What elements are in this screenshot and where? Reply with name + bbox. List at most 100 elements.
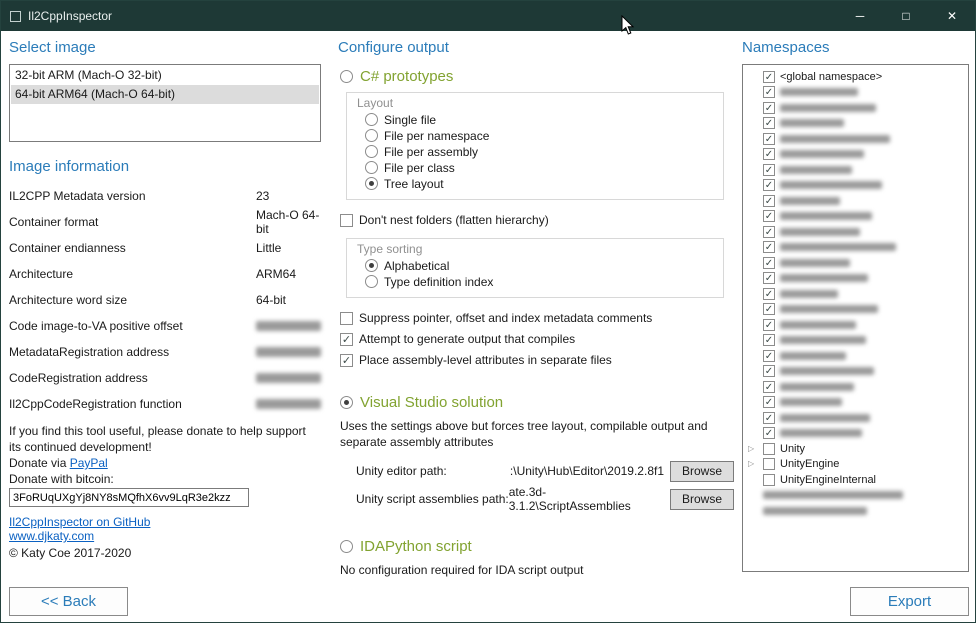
info-row: Architecture word size64-bit — [9, 287, 321, 313]
namespace-row[interactable]: ✓ — [745, 348, 966, 364]
namespace-row[interactable]: ✓ — [745, 240, 966, 256]
redacted-namespace — [763, 491, 903, 499]
image-list-item[interactable]: 32-bit ARM (Mach-O 32-bit) — [11, 66, 319, 85]
unity-editor-path-row: Unity editor path: :\Unity\Hub\Editor\20… — [356, 460, 734, 482]
namespace-row[interactable]: ✓ — [745, 131, 966, 147]
namespace-list[interactable]: ✓<global namespace>✓✓✓✓✓✓✓✓✓✓✓✓✓✓✓✓✓✓✓✓✓… — [742, 64, 969, 572]
title-bar[interactable]: Il2CppInspector ─ □ ✕ — [1, 1, 975, 31]
browse-editor-button[interactable]: Browse — [670, 461, 734, 482]
namespace-row[interactable]: ✓<global namespace> — [745, 69, 966, 85]
visual-studio-radio[interactable]: Visual Studio solution — [340, 392, 734, 412]
layout-option-radio[interactable]: File per assembly — [365, 144, 713, 159]
namespace-row[interactable]: ✓ — [745, 271, 966, 287]
layout-option-radio[interactable]: File per class — [365, 160, 713, 175]
type-sorting-option-radio-label: Type definition index — [384, 275, 493, 289]
namespace-row[interactable]: ✓ — [745, 317, 966, 333]
layout-groupbox: Layout Single fileFile per namespaceFile… — [346, 92, 724, 200]
output-option-checkbox[interactable]: Suppress pointer, offset and index metad… — [340, 310, 734, 326]
github-link[interactable]: Il2CppInspector on GitHub — [9, 515, 321, 529]
browse-assemblies-button[interactable]: Browse — [670, 489, 734, 510]
redacted-namespace — [780, 259, 850, 267]
unity-script-assemblies-value: ate.3d-3.1.2\ScriptAssemblies — [509, 485, 664, 513]
info-value: Little — [256, 241, 281, 255]
namespace-row[interactable]: ✓ — [745, 395, 966, 411]
expander-icon[interactable]: ▷ — [748, 444, 758, 454]
namespace-row[interactable]: ✓ — [745, 178, 966, 194]
namespace-row[interactable]: ✓ — [745, 209, 966, 225]
namespace-row[interactable]: UnityEngineInternal — [745, 472, 966, 488]
redacted-namespace — [780, 383, 854, 391]
checkbox-icon — [340, 214, 353, 227]
namespace-row[interactable]: ✓ — [745, 224, 966, 240]
checkbox-icon: ✓ — [763, 179, 775, 191]
checkbox-icon: ✓ — [763, 350, 775, 362]
maximize-button[interactable]: □ — [883, 1, 929, 31]
layout-option-radio[interactable]: File per namespace — [365, 128, 713, 143]
namespace-row[interactable]: ✓ — [745, 100, 966, 116]
image-list[interactable]: 32-bit ARM (Mach-O 32-bit)64-bit ARM64 (… — [9, 64, 321, 142]
redacted-namespace — [780, 135, 890, 143]
namespace-row[interactable]: ✓ — [745, 255, 966, 271]
namespace-row[interactable]: ✓ — [745, 116, 966, 132]
idapython-script-radio[interactable]: IDAPython script — [340, 536, 734, 556]
image-list-item[interactable]: 64-bit ARM64 (Mach-O 64-bit) — [11, 85, 319, 104]
export-button[interactable]: Export — [850, 587, 969, 616]
select-image-heading: Select image — [9, 39, 321, 56]
checkbox-icon: ✓ — [340, 354, 353, 367]
namespace-row[interactable]: ✓ — [745, 364, 966, 380]
window-title: Il2CppInspector — [28, 9, 112, 23]
output-option-checkbox[interactable]: ✓Place assembly-level attributes in sepa… — [340, 352, 734, 368]
checkbox-icon: ✓ — [763, 412, 775, 424]
namespace-row[interactable]: ✓ — [745, 85, 966, 101]
namespace-row[interactable]: ✓ — [745, 302, 966, 318]
image-info-table: IL2CPP Metadata version23Container forma… — [9, 183, 321, 417]
type-sorting-option-radio[interactable]: Type definition index — [365, 274, 713, 289]
checkbox-icon: ✓ — [340, 333, 353, 346]
redacted-namespace — [780, 398, 842, 406]
checkbox-icon: ✓ — [763, 164, 775, 176]
namespace-row[interactable]: ✓ — [745, 333, 966, 349]
expander-icon[interactable]: ▷ — [748, 459, 758, 469]
layout-option-radio-label: File per assembly — [384, 145, 478, 159]
checkbox-icon: ✓ — [763, 272, 775, 284]
namespace-row[interactable] — [745, 503, 966, 519]
layout-option-radio[interactable]: Tree layout — [365, 176, 713, 191]
bitcoin-address-input[interactable] — [9, 488, 249, 507]
layout-option-radio-label: Tree layout — [384, 177, 444, 191]
checkbox-icon: ✓ — [763, 195, 775, 207]
website-link[interactable]: www.djkaty.com — [9, 529, 321, 543]
layout-options: Single fileFile per namespace File per as… — [357, 112, 713, 191]
redacted-namespace — [780, 321, 856, 329]
info-value: 23 — [256, 189, 269, 203]
info-row: ArchitectureARM64 — [9, 261, 321, 287]
namespace-row[interactable]: ✓ — [745, 147, 966, 163]
redacted-namespace — [780, 352, 846, 360]
minimize-button[interactable]: ─ — [837, 1, 883, 31]
info-row: Container endiannessLittle — [9, 235, 321, 261]
namespace-label: <global namespace> — [780, 71, 882, 83]
namespace-row[interactable]: ✓ — [745, 286, 966, 302]
namespace-row[interactable]: ▷UnityEngine — [745, 457, 966, 473]
csharp-prototypes-radio[interactable]: C# prototypes — [340, 66, 734, 86]
namespace-row[interactable]: ✓ — [745, 410, 966, 426]
unity-script-assemblies-path-row: Unity script assemblies path: ate.3d-3.1… — [356, 488, 734, 510]
output-option-checkbox[interactable]: ✓Attempt to generate output that compile… — [340, 331, 734, 347]
namespace-row[interactable]: ✓ — [745, 162, 966, 178]
close-button[interactable]: ✕ — [929, 1, 975, 31]
namespace-row[interactable] — [745, 488, 966, 504]
redacted-namespace — [780, 119, 844, 127]
namespace-row[interactable]: ✓ — [745, 426, 966, 442]
type-sorting-options: Alphabetical Type definition index — [357, 258, 713, 289]
flatten-hierarchy-checkbox[interactable]: Don't nest folders (flatten hierarchy) — [340, 212, 734, 228]
output-option-checkboxes: Suppress pointer, offset and index metad… — [338, 310, 734, 368]
layout-option-radio[interactable]: Single file — [365, 112, 713, 127]
paypal-link[interactable]: PayPal — [70, 456, 108, 470]
namespace-row[interactable]: ▷Unity — [745, 441, 966, 457]
info-label: Code image-to-VA positive offset — [9, 319, 256, 333]
namespace-row[interactable]: ✓ — [745, 193, 966, 209]
namespace-row[interactable]: ✓ — [745, 379, 966, 395]
unity-editor-path-label: Unity editor path: — [356, 464, 447, 478]
back-button[interactable]: << Back — [9, 587, 128, 616]
configure-output-panel: Configure output C# prototypes Layout Si… — [338, 39, 734, 578]
type-sorting-option-radio[interactable]: Alphabetical — [365, 258, 713, 273]
